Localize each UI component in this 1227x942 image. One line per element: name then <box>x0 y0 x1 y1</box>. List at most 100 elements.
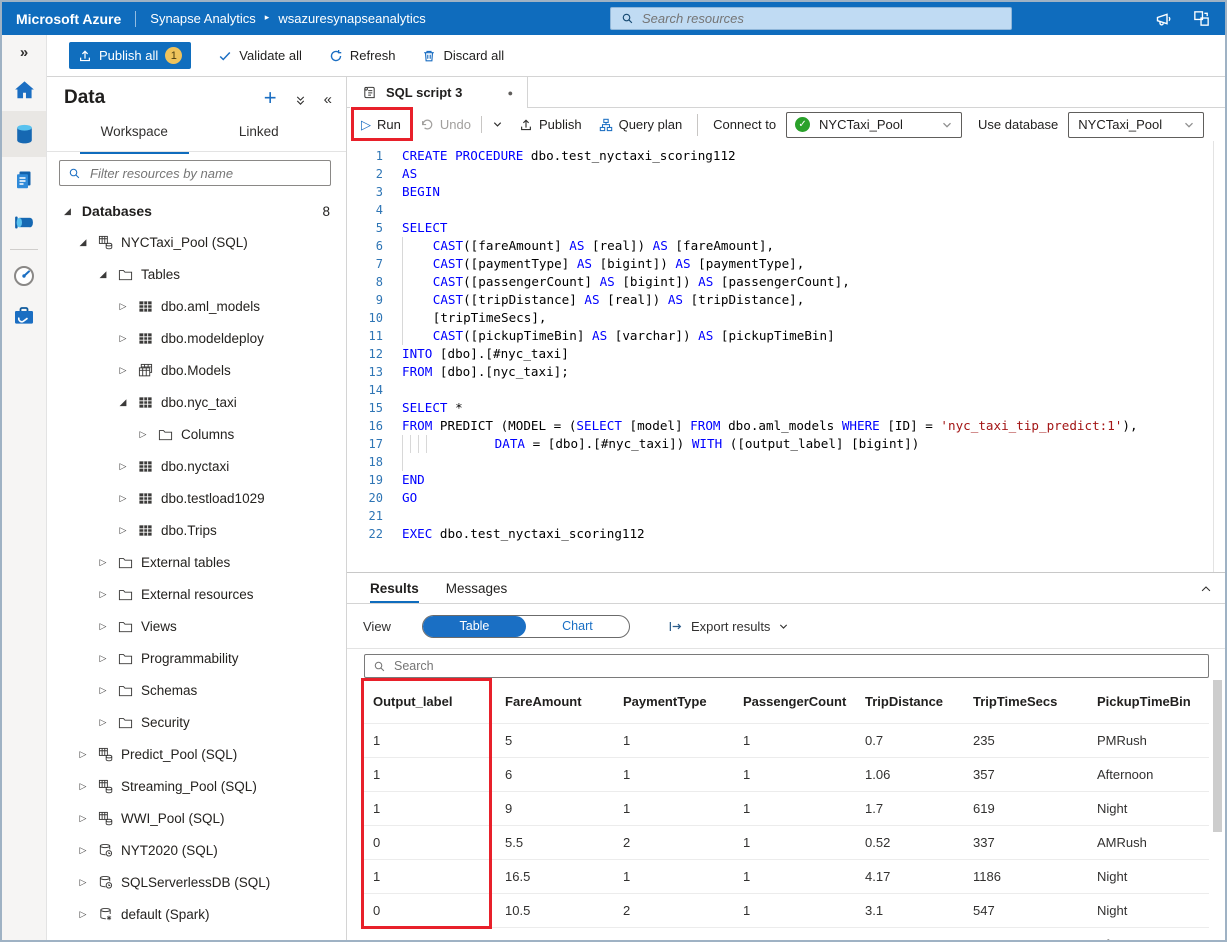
undo-button[interactable]: Undo <box>420 117 471 132</box>
expander-icon[interactable]: ▷ <box>75 781 91 792</box>
column-header[interactable]: TripTimeSecs <box>964 694 1088 709</box>
tree-item[interactable]: ▷ dbo.Models <box>47 354 346 386</box>
collapse-results-icon[interactable] <box>1199 582 1213 596</box>
expander-icon[interactable]: ▷ <box>115 493 131 504</box>
results-search-input[interactable] <box>392 658 1208 674</box>
results-search-box[interactable] <box>364 654 1209 678</box>
expander-icon[interactable]: ▷ <box>95 717 111 728</box>
megaphone-icon[interactable] <box>1154 9 1174 29</box>
tree-item[interactable]: ▷ Views <box>47 610 346 642</box>
expander-icon[interactable]: ▷ <box>95 621 111 632</box>
expander-icon[interactable]: ▷ <box>75 877 91 888</box>
expander-icon[interactable]: ▷ <box>75 909 91 920</box>
tree-item[interactable]: ▷ External resources <box>47 578 346 610</box>
table-row[interactable]: 05210.8265Afternoon <box>364 927 1209 940</box>
expander-icon[interactable]: ▷ <box>75 845 91 856</box>
expander-icon[interactable]: ▷ <box>115 301 131 312</box>
tree-item[interactable]: ▷ External tables <box>47 546 346 578</box>
tree-item[interactable]: ▷ dbo.nyctaxi <box>47 450 346 482</box>
expander-icon[interactable]: ▷ <box>115 365 131 376</box>
search-resources-box[interactable] <box>610 7 1012 30</box>
connect-to-dropdown[interactable]: ✓ NYCTaxi_Pool <box>786 111 963 138</box>
tree-item[interactable]: ▷ WWI_Pool (SQL) <box>47 802 346 834</box>
expander-icon[interactable]: ▷ <box>75 749 91 760</box>
filter-input[interactable] <box>88 164 330 182</box>
breadcrumb-app[interactable]: Synapse Analytics <box>150 11 256 26</box>
column-header[interactable]: Output_label <box>364 694 496 709</box>
table-row[interactable]: 1 5 1 1 0.7 235 PMRush <box>364 723 1209 757</box>
column-header[interactable]: PickupTimeBin <box>1088 694 1209 709</box>
expander-icon[interactable]: ▷ <box>115 333 131 344</box>
table-row[interactable]: 1 16.5 1 1 4.17 1186 Night <box>364 859 1209 893</box>
tree-item[interactable]: ▷ dbo.testload1029 <box>47 482 346 514</box>
table-row[interactable]: 0 5.5 2 1 0.52 337 AMRush <box>364 825 1209 859</box>
tree-item[interactable]: ▷ Security <box>47 706 346 738</box>
refresh-button[interactable]: Refresh <box>329 48 395 63</box>
expander-icon[interactable]: ▷ <box>95 589 111 600</box>
tab-messages[interactable]: Messages <box>446 573 508 603</box>
tab-linked[interactable]: Linked <box>197 124 322 150</box>
column-header[interactable]: PaymentType <box>614 694 734 709</box>
expander-icon[interactable]: ▷ <box>135 429 151 440</box>
column-header[interactable]: TripDistance <box>856 694 964 709</box>
column-header[interactable]: PassengerCount <box>734 694 856 709</box>
rail-item-data[interactable] <box>2 111 46 157</box>
tab-workspace[interactable]: Workspace <box>72 124 197 154</box>
table-row[interactable]: 1 9 1 1 1.7 619 Night <box>364 791 1209 825</box>
table-row[interactable]: 0 10.5 2 1 3.1 547 Night <box>364 893 1209 927</box>
export-results-button[interactable]: Export results <box>668 619 789 634</box>
expander-icon[interactable]: ▷ <box>95 557 111 568</box>
rail-item-develop[interactable] <box>2 165 46 195</box>
expander-icon[interactable]: ▷ <box>95 653 111 664</box>
tree-item[interactable]: ▷ dbo.Trips <box>47 514 346 546</box>
tree-item[interactable]: ▷ Schemas <box>47 674 346 706</box>
expander-icon[interactable]: ▷ <box>115 461 131 472</box>
column-header[interactable]: FareAmount <box>496 694 614 709</box>
rail-item-monitor[interactable] <box>2 261 46 291</box>
sql-code-editor[interactable]: 1 CREATE PROCEDURE dbo.test_nyctaxi_scori… <box>347 141 1225 572</box>
expander-icon[interactable]: ▷ <box>75 813 91 824</box>
toggle-chart[interactable]: Chart <box>526 616 629 637</box>
publish-all-button[interactable]: Publish all 1 <box>69 42 192 69</box>
expand-rail-button[interactable]: » <box>2 44 46 61</box>
add-icon[interactable]: + <box>264 87 277 109</box>
collapse-all-icon[interactable] <box>294 94 307 107</box>
expander-icon[interactable]: ▷ <box>115 525 131 536</box>
editor-scrollbar[interactable] <box>1213 141 1214 572</box>
tree-item[interactable]: ▷surfacescalesdb (Spark) <box>47 930 346 940</box>
toggle-table[interactable]: Table <box>422 615 526 637</box>
tree-item[interactable]: ▷ dbo.modeldeploy <box>47 322 346 354</box>
publish-button[interactable]: Publish <box>519 117 582 132</box>
expander-icon[interactable]: ◢ <box>95 269 111 280</box>
tree-item[interactable]: ▷ Predict_Pool (SQL) <box>47 738 346 770</box>
use-database-dropdown[interactable]: NYCTaxi_Pool <box>1068 111 1205 138</box>
tree-item[interactable]: ◢ dbo.nyc_taxi <box>47 386 346 418</box>
expander-icon[interactable]: ◢ <box>115 397 131 408</box>
table-row[interactable]: 1 6 1 1 1.06 357 Afternoon <box>364 757 1209 791</box>
discard-all-button[interactable]: Discard all <box>422 48 504 63</box>
search-resources-input[interactable] <box>640 10 944 27</box>
tree-item[interactable]: ▷ default (Spark) <box>47 898 346 930</box>
tree-item[interactable]: ▷ SQLServerlessDB (SQL) <box>47 866 346 898</box>
filter-box[interactable] <box>59 160 331 186</box>
tree-item[interactable]: ◢ NYCTaxi_Pool (SQL) <box>47 226 346 258</box>
tree-item[interactable]: ▷ NYT2020 (SQL) <box>47 834 346 866</box>
rail-item-integrate[interactable] <box>2 207 46 237</box>
resource-switcher-icon[interactable] <box>1192 9 1211 28</box>
expander-icon[interactable]: ◢ <box>64 206 71 217</box>
query-plan-button[interactable]: Query plan <box>599 117 682 132</box>
expander-icon[interactable]: ◢ <box>75 237 91 248</box>
run-options-chevron-icon[interactable] <box>492 119 503 130</box>
tree-item[interactable]: ▷ Programmability <box>47 642 346 674</box>
rail-item-manage[interactable] <box>2 301 46 331</box>
breadcrumb-workspace[interactable]: wsazuresynapseanalytics <box>278 11 425 26</box>
tree-item[interactable]: ▷ Streaming_Pool (SQL) <box>47 770 346 802</box>
databases-node[interactable]: ◢ Databases 8 <box>47 197 346 225</box>
validate-all-button[interactable]: Validate all <box>218 48 302 63</box>
tree-item[interactable]: ▷ dbo.aml_models <box>47 290 346 322</box>
collapse-panel-icon[interactable]: « <box>324 91 332 108</box>
expander-icon[interactable]: ▷ <box>95 685 111 696</box>
tree-item[interactable]: ◢ Tables <box>47 258 346 290</box>
rail-item-home[interactable] <box>2 75 46 105</box>
tree-item[interactable]: ▷ Columns <box>47 418 346 450</box>
